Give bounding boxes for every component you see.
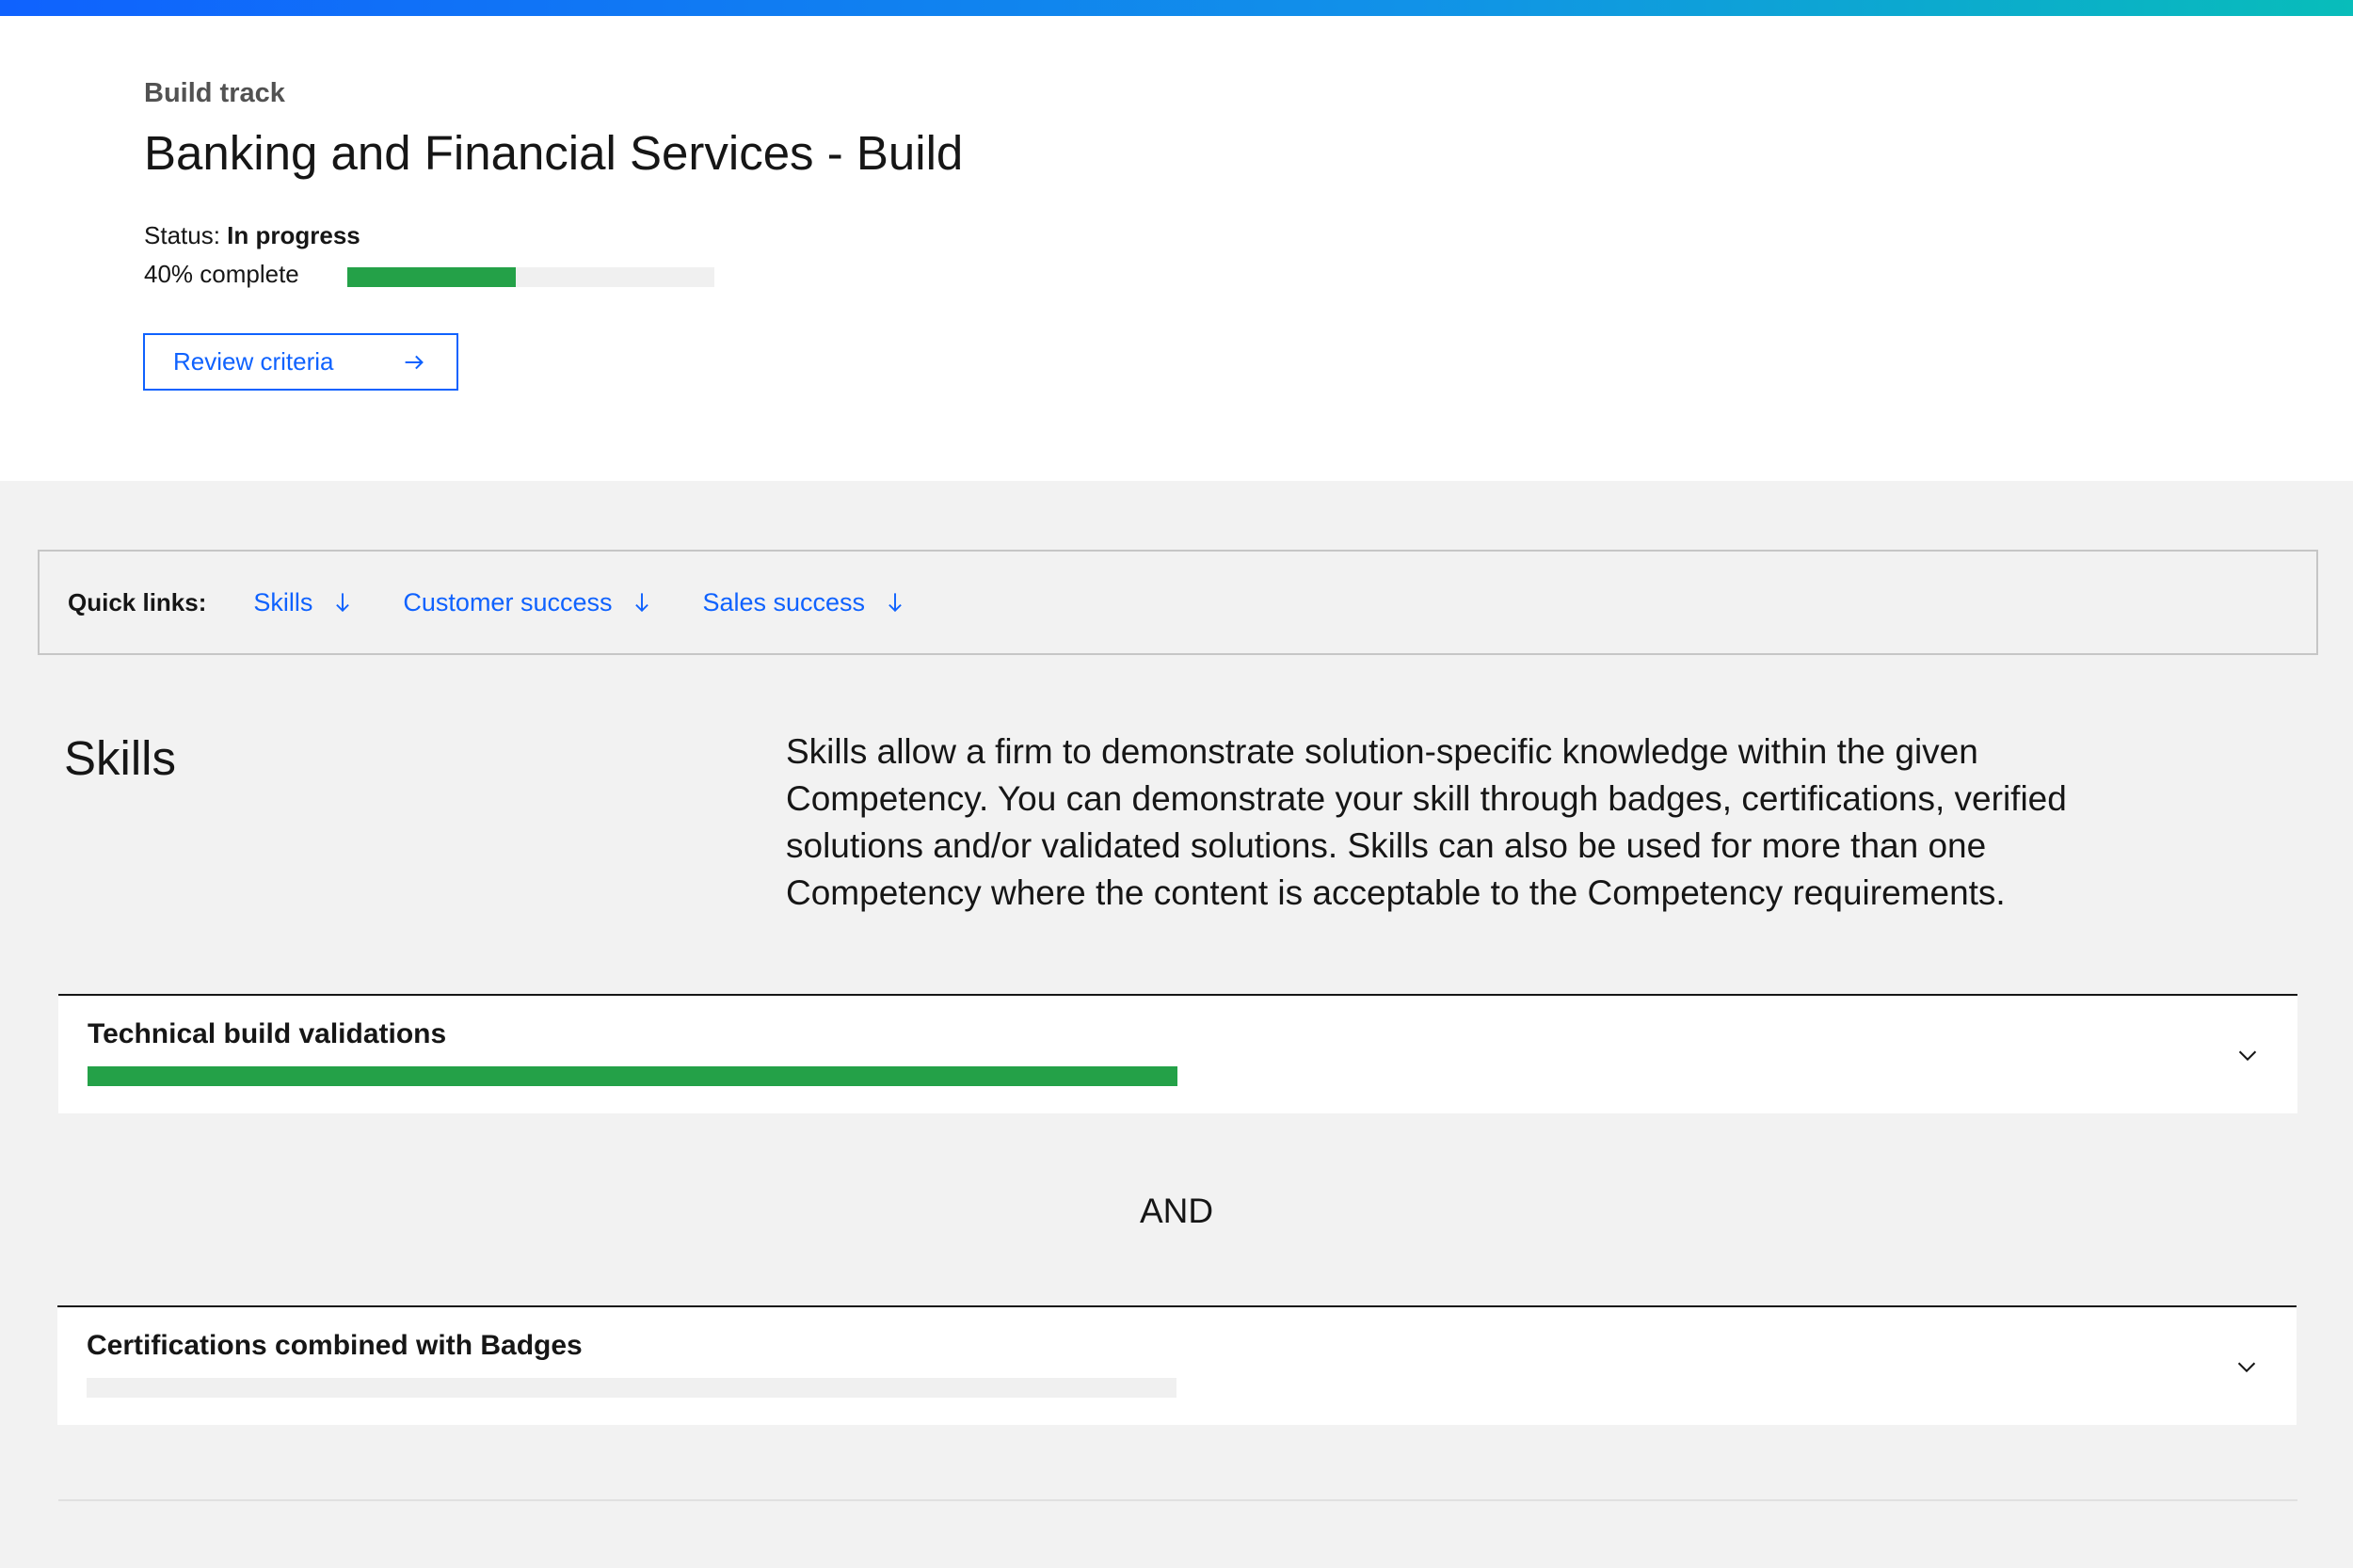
accordion-progress-fill — [88, 1066, 1177, 1086]
quick-link-customer-success[interactable]: Customer success — [403, 588, 655, 617]
track-eyebrow: Build track — [144, 78, 285, 108]
quick-link-label: Customer success — [403, 587, 613, 616]
accordion-progress-bar — [88, 1066, 1177, 1086]
skills-section-title: Skills — [64, 731, 177, 785]
quick-link-label: Skills — [253, 587, 313, 616]
accordion-technical-build-validations[interactable]: Technical build validations — [58, 994, 2297, 1113]
quick-links-bar: Quick links: Skills Customer success Sal… — [38, 550, 2318, 655]
and-connector: AND — [1139, 1192, 1214, 1230]
quick-link-sales-success[interactable]: Sales success — [702, 588, 908, 617]
arrow-down-icon — [336, 593, 350, 613]
review-criteria-button[interactable]: Review criteria — [143, 333, 458, 391]
chevron-down-icon[interactable] — [2233, 1041, 2262, 1069]
quick-link-label: Sales success — [702, 587, 866, 616]
accordion-certifications-badges[interactable]: Certifications combined with Badges — [57, 1305, 2297, 1425]
quick-links-label: Quick links: — [68, 587, 207, 616]
accordion-progress-bar — [87, 1378, 1176, 1398]
top-accent-bar — [0, 0, 2353, 16]
arrow-down-icon — [888, 593, 902, 613]
accordion-title: Technical build validations — [88, 1018, 447, 1049]
accordion-title: Certifications combined with Badges — [87, 1330, 583, 1361]
progress-percent-text: 40% complete — [144, 260, 299, 288]
section-divider — [58, 1499, 2297, 1501]
status-line: Status: In progress — [144, 221, 360, 250]
track-progress-fill — [347, 267, 517, 287]
arrow-down-icon — [635, 593, 649, 613]
review-criteria-label: Review criteria — [173, 347, 334, 376]
page-title: Banking and Financial Services - Build — [144, 126, 964, 180]
status-badge: In progress — [227, 221, 360, 249]
track-header: Build track Banking and Financial Servic… — [0, 16, 2353, 481]
chevron-down-icon[interactable] — [2233, 1352, 2261, 1381]
arrow-right-icon — [405, 355, 424, 369]
quick-link-skills[interactable]: Skills — [253, 588, 356, 617]
status-label: Status: — [144, 221, 220, 249]
track-progress-bar — [347, 267, 714, 287]
skills-description: Skills allow a firm to demonstrate solut… — [786, 732, 2067, 912]
